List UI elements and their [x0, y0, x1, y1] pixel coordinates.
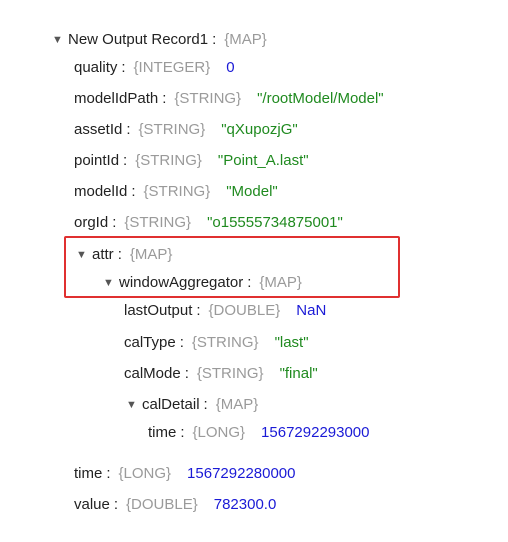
- tree-node-calType: calType: {STRING} "last": [124, 331, 309, 355]
- node-type: {STRING}: [124, 214, 192, 231]
- node-value: 1567292280000: [187, 465, 296, 482]
- node-key: time: [74, 465, 103, 482]
- node-key: quality: [74, 59, 118, 76]
- node-key: pointId: [74, 152, 120, 169]
- expand-toggle-icon[interactable]: ▼: [76, 243, 92, 267]
- node-type: {INTEGER}: [133, 59, 211, 76]
- tree-node-quality: quality: {INTEGER} 0: [74, 56, 235, 80]
- colon: :: [180, 424, 185, 441]
- node-value: 1567292293000: [261, 424, 370, 441]
- node-value: "Model": [226, 183, 278, 200]
- node-type: {MAP}: [129, 246, 173, 263]
- expand-toggle-icon[interactable]: ▼: [126, 393, 142, 417]
- node-key: attr: [92, 246, 114, 263]
- node-type: {DOUBLE}: [208, 302, 281, 319]
- tree-node-value: value: {DOUBLE} 782300.0: [74, 493, 276, 517]
- node-type: {DOUBLE}: [126, 496, 198, 513]
- colon: :: [212, 31, 217, 48]
- node-type: {MAP}: [215, 396, 259, 413]
- colon: :: [179, 334, 184, 351]
- tree-node-calDetail[interactable]: ▼ calDetail: {MAP}: [126, 393, 258, 417]
- node-value: "qXupozjG": [221, 121, 298, 138]
- tree-node-windowAggregator[interactable]: ▼ windowAggregator: {MAP}: [103, 271, 302, 295]
- node-value: NaN: [296, 302, 327, 319]
- node-key: modelId: [74, 183, 128, 200]
- colon: :: [106, 465, 111, 482]
- node-type: {STRING}: [138, 121, 206, 138]
- colon: :: [203, 396, 208, 413]
- tree-node-lastOutput: lastOutput: {DOUBLE} NaN: [124, 299, 326, 323]
- colon: :: [112, 214, 117, 231]
- tree-node-modelIdPath: modelIdPath: {STRING} "/rootModel/Model": [74, 87, 384, 111]
- node-value: "last": [274, 334, 309, 351]
- colon: :: [117, 246, 122, 263]
- node-type: {STRING}: [191, 334, 259, 351]
- tree-node-orgId: orgId: {STRING} "o15555734875001": [74, 211, 343, 235]
- tree-node-modelId: modelId: {STRING} "Model": [74, 180, 278, 204]
- node-value: "o15555734875001": [207, 214, 343, 231]
- node-key: lastOutput: [124, 302, 193, 319]
- node-type: {STRING}: [143, 183, 211, 200]
- node-type: {MAP}: [224, 31, 267, 48]
- tree-node-assetId: assetId: {STRING} "qXupozjG": [74, 118, 298, 142]
- node-key: windowAggregator: [119, 274, 244, 291]
- node-key: calDetail: [142, 396, 200, 413]
- tree-node-calMode: calMode: {STRING} "final": [124, 362, 318, 386]
- colon: :: [123, 152, 128, 169]
- colon: :: [121, 59, 126, 76]
- node-type: {MAP}: [259, 274, 302, 291]
- node-value: "/rootModel/Model": [257, 90, 384, 107]
- tree-node-calDetail-time: time: {LONG} 1567292293000: [148, 421, 370, 445]
- colon: :: [247, 274, 252, 291]
- node-key: orgId: [74, 214, 109, 231]
- node-type: {STRING}: [135, 152, 202, 169]
- tree-node-time: time: {LONG} 1567292280000: [74, 462, 296, 486]
- tree-node-attr[interactable]: ▼ attr: {MAP}: [76, 243, 172, 267]
- node-value: "Point_A.last": [217, 152, 309, 169]
- node-type: {LONG}: [192, 424, 246, 441]
- colon: :: [113, 496, 119, 513]
- node-type: {STRING}: [196, 365, 264, 382]
- node-value: 782300.0: [213, 496, 277, 513]
- node-type: {LONG}: [118, 465, 172, 482]
- node-type: {STRING}: [174, 90, 242, 107]
- expand-toggle-icon[interactable]: ▼: [103, 271, 119, 295]
- node-key: time: [148, 424, 177, 441]
- node-key: assetId: [74, 121, 123, 138]
- colon: :: [126, 121, 131, 138]
- expand-toggle-icon[interactable]: ▼: [52, 28, 68, 52]
- colon: :: [131, 183, 136, 200]
- colon: :: [162, 90, 167, 107]
- node-key: modelIdPath: [74, 90, 159, 107]
- node-value: "final": [279, 365, 318, 382]
- node-value: 0: [226, 59, 235, 76]
- node-key: value: [74, 496, 110, 513]
- colon: :: [196, 302, 201, 319]
- tree-node-root[interactable]: ▼ New Output Record1: {MAP}: [52, 28, 267, 52]
- node-key: calType: [124, 334, 176, 351]
- colon: :: [184, 365, 189, 382]
- node-key: New Output Record1: [68, 31, 209, 48]
- node-key: calMode: [124, 365, 181, 382]
- tree-node-pointId: pointId: {STRING} "Point_A.last": [74, 149, 309, 173]
